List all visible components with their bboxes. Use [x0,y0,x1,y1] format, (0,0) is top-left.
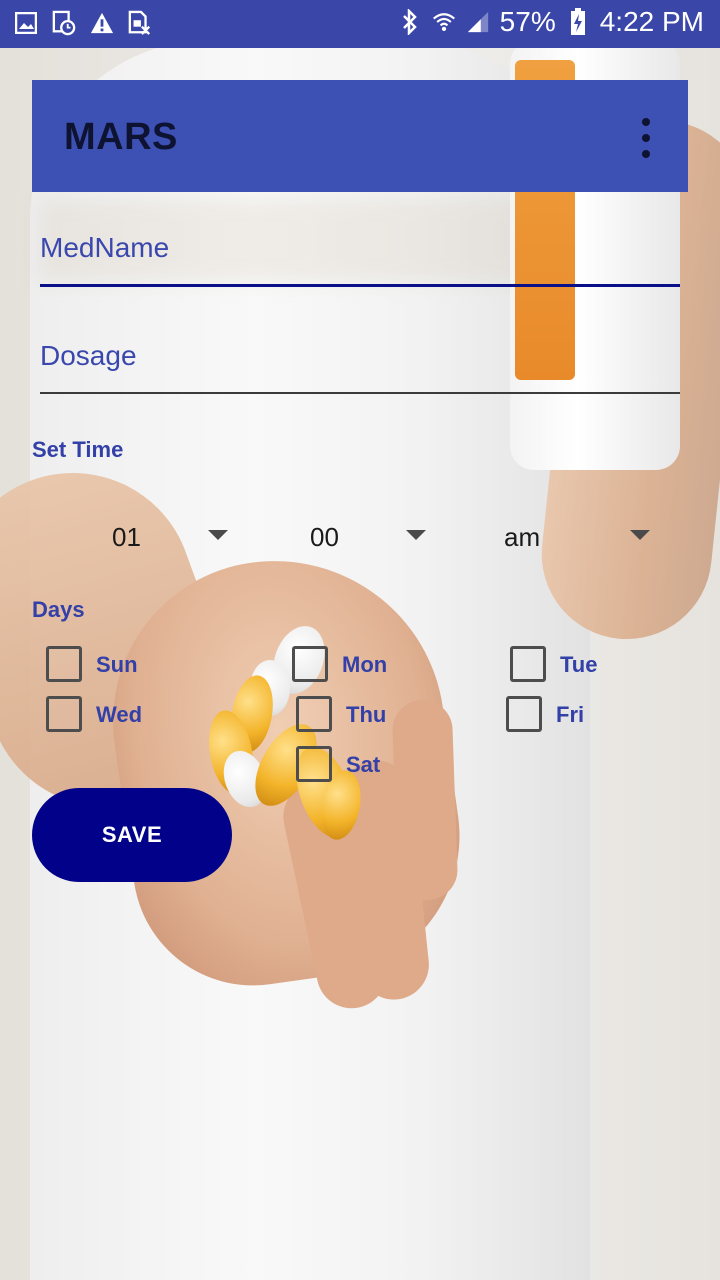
chevron-down-icon [630,530,650,540]
checkbox-sat[interactable] [296,746,332,782]
ampm-value: am [504,522,541,552]
minute-spinner[interactable]: 00 [260,518,440,558]
checkbox-mon[interactable] [292,646,328,682]
more-vert-icon[interactable] [634,118,658,158]
dosage-underline [40,392,680,394]
chevron-down-icon [406,530,426,540]
checkbox-thu[interactable] [296,696,332,732]
wifi-icon [432,9,456,35]
checkbox-label-mon[interactable]: Mon [342,652,387,678]
days-label: Days [32,597,85,622]
checkbox-label-fri[interactable]: Fri [556,702,584,728]
status-bar: 57% 4:22 PM [0,0,720,48]
dosage-input[interactable] [40,336,680,376]
app-toolbar: MARS [32,80,688,192]
app-title: MARS [64,116,178,158]
dosage-field-container [40,336,680,394]
clock-time: 4:22 PM [599,6,704,37]
medname-underline [40,284,680,287]
minute-value: 00 [310,522,339,552]
checkbox-label-wed[interactable]: Wed [96,702,142,728]
bluetooth-icon [398,9,422,35]
battery-percent: 57% [499,6,556,37]
checkbox-wed[interactable] [46,696,82,732]
set-time-label: Set Time [32,437,124,462]
background-photo [0,0,720,1280]
checkbox-sun[interactable] [46,646,82,682]
medname-field-container [40,228,680,287]
signal-icon [466,9,490,35]
chevron-down-icon [208,530,228,540]
hour-value: 01 [112,522,141,552]
warning-icon [90,10,114,36]
checkbox-label-thu[interactable]: Thu [346,702,386,728]
checkbox-tue[interactable] [510,646,546,682]
calendar-clock-icon [52,10,76,36]
hour-spinner[interactable]: 01 [60,518,240,558]
image-icon [14,10,38,36]
sim-off-icon [128,10,152,36]
medname-input[interactable] [40,228,680,268]
checkbox-label-tue[interactable]: Tue [560,652,597,678]
checkbox-label-sat[interactable]: Sat [346,752,380,778]
battery-charging-icon [566,8,590,35]
ampm-spinner[interactable]: am [460,518,660,558]
checkbox-fri[interactable] [506,696,542,732]
save-button[interactable]: SAVE [32,788,232,882]
checkbox-label-sun[interactable]: Sun [96,652,138,678]
